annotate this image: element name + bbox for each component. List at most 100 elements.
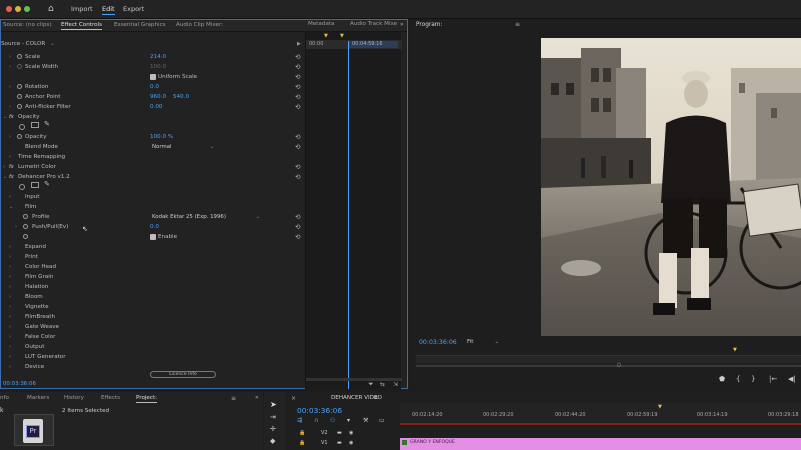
timeline-clip[interactable]: GRANO Y ENFOQUE (400, 438, 801, 450)
fx-icon[interactable]: fx (9, 112, 14, 122)
fx-icon[interactable]: fx (9, 162, 14, 172)
collapse-arrow-icon[interactable]: ⌄ (9, 202, 13, 212)
rectangle-mask-icon[interactable] (31, 182, 39, 188)
stopwatch-icon[interactable] (17, 84, 22, 89)
stopwatch-icon[interactable] (17, 54, 22, 59)
mark-in-icon[interactable]: { (736, 375, 740, 383)
mark-out-icon[interactable]: } (751, 375, 755, 383)
expand-arrow-icon[interactable]: › (9, 312, 11, 322)
eye-icon[interactable]: ◉ (349, 430, 353, 436)
ripple-edit-tool-icon[interactable]: ✛ (270, 425, 276, 433)
play-only-icon[interactable]: ▶ (297, 41, 301, 47)
tab-metadata[interactable]: Metadata (308, 21, 335, 27)
expand-arrow-icon[interactable]: › (9, 82, 11, 92)
project-item-thumbnail[interactable]: Pr (14, 414, 54, 446)
reset-icon[interactable]: ⟲ (295, 62, 300, 72)
add-marker-icon[interactable]: ▾ (347, 417, 350, 424)
loop-icon[interactable]: ⇆ (380, 381, 385, 388)
tab-effects[interactable]: Effects (101, 395, 120, 401)
timeline-ruler[interactable] (400, 403, 801, 425)
selection-tool-icon[interactable]: ➤ (270, 400, 277, 409)
reset-icon[interactable]: ⟲ (295, 92, 300, 102)
opacity-value[interactable]: 100.0 % (150, 132, 173, 142)
tab-source[interactable]: Source: (no clips) (3, 22, 52, 28)
marker-icon[interactable]: ▼ (340, 33, 344, 39)
playhead-line[interactable] (348, 41, 349, 389)
ellipse-mask-icon[interactable] (19, 184, 25, 190)
stopwatch-icon[interactable] (17, 94, 22, 99)
uniform-scale-checkbox[interactable] (150, 74, 156, 80)
rectangle-mask-icon[interactable] (31, 122, 39, 128)
anchor-y-value[interactable]: 540.0 (173, 92, 189, 102)
toggle-sync-lock-icon[interactable]: ▬ (337, 440, 342, 446)
nav-export[interactable]: Export (123, 5, 144, 13)
lock-icon[interactable]: 🔒 (299, 440, 305, 446)
track-v1-label[interactable]: V1 (321, 440, 328, 446)
licence-info-button[interactable]: Licence Info (150, 371, 216, 378)
reset-icon[interactable]: ⟲ (295, 52, 300, 62)
expand-arrow-icon[interactable]: › (9, 272, 11, 282)
stopwatch-icon[interactable] (23, 224, 28, 229)
insert-overwrite-icon[interactable]: ⇶ (297, 417, 302, 424)
nav-edit[interactable]: Edit (102, 5, 115, 15)
ellipse-mask-icon[interactable] (19, 124, 25, 130)
expand-arrow-icon[interactable]: › (15, 222, 17, 232)
panel-overflow-icon[interactable]: » (400, 21, 404, 28)
stopwatch-icon[interactable] (23, 214, 28, 219)
playhead-handle-icon[interactable]: ○ (617, 362, 621, 368)
zoom-window-button[interactable] (24, 6, 30, 12)
stopwatch-icon[interactable] (17, 64, 22, 69)
expand-arrow-icon[interactable]: › (9, 292, 11, 302)
push-pull-value[interactable]: 0.0 (150, 222, 159, 232)
tab-info[interactable]: nfo (0, 395, 9, 401)
snap-icon[interactable]: ∩ (314, 417, 318, 424)
enable-checkbox[interactable] (150, 234, 156, 240)
program-video-frame[interactable] (541, 38, 801, 336)
mini-scrollbar[interactable] (306, 378, 402, 381)
marker-icon[interactable]: ▼ (324, 33, 328, 39)
track-v2-label[interactable]: V2 (321, 430, 328, 436)
close-tab-icon[interactable]: × (291, 395, 296, 402)
go-to-in-icon[interactable]: |← (769, 375, 777, 383)
profile-dropdown[interactable]: Kodak Ektar 25 (Exp. 1996) ⌄ (152, 213, 260, 221)
reset-icon[interactable]: ⟲ (295, 82, 300, 92)
effect-controls-timecode[interactable]: 00:03:36:06 (3, 381, 36, 387)
tab-history[interactable]: History (64, 395, 84, 401)
panel-overflow-icon[interactable]: » (255, 394, 259, 401)
tab-project[interactable]: Project: (136, 395, 158, 403)
tab-markers[interactable]: Markers (27, 395, 49, 401)
tab-essential-graphics[interactable]: Essential Graphics (114, 22, 166, 28)
step-back-icon[interactable]: ◀| (788, 375, 796, 383)
rotation-value[interactable]: 0.0 (150, 82, 159, 92)
expand-arrow-icon[interactable]: › (9, 282, 11, 292)
stopwatch-icon[interactable] (23, 234, 28, 239)
tab-audio-track-mixer[interactable]: Audio Track Mixe (350, 21, 397, 27)
expand-arrow-icon[interactable]: › (9, 342, 11, 352)
export-frame-icon[interactable]: ⇲ (393, 381, 398, 388)
close-window-button[interactable] (6, 6, 12, 12)
program-mini-ruler[interactable] (416, 355, 801, 363)
panel-menu-icon[interactable]: ≡ (515, 21, 520, 28)
toggle-sync-lock-icon[interactable]: ▬ (337, 430, 342, 436)
scale-value[interactable]: 214.0 (150, 52, 166, 62)
expand-arrow-icon[interactable]: › (9, 332, 11, 342)
lock-icon[interactable]: 🔒 (299, 430, 305, 436)
expand-arrow-icon[interactable]: › (9, 302, 11, 312)
fit-dropdown[interactable]: Fit ⌄ (467, 339, 499, 347)
reset-icon[interactable]: ⟲ (295, 172, 300, 182)
reset-icon[interactable]: ⟲ (295, 162, 300, 172)
reset-icon[interactable]: ⟲ (295, 212, 300, 222)
marker-icon[interactable]: ▼ (658, 404, 662, 410)
eye-icon[interactable]: ◉ (349, 440, 353, 446)
program-title[interactable]: Program: (416, 22, 442, 28)
expand-arrow-icon[interactable]: › (9, 362, 11, 372)
expand-arrow-icon[interactable]: › (9, 62, 11, 72)
panel-menu-icon[interactable]: ≡ (373, 394, 378, 401)
collapse-arrow-icon[interactable]: ⌄ (3, 172, 7, 182)
nav-import[interactable]: Import (71, 5, 93, 13)
reset-icon[interactable]: ⟲ (295, 232, 300, 242)
razor-tool-icon[interactable]: ◆ (270, 437, 275, 445)
add-marker-icon[interactable]: ⬟ (719, 375, 725, 383)
linked-selection-icon[interactable]: ⚇ (330, 417, 335, 424)
program-scroll-bar[interactable] (416, 365, 801, 367)
